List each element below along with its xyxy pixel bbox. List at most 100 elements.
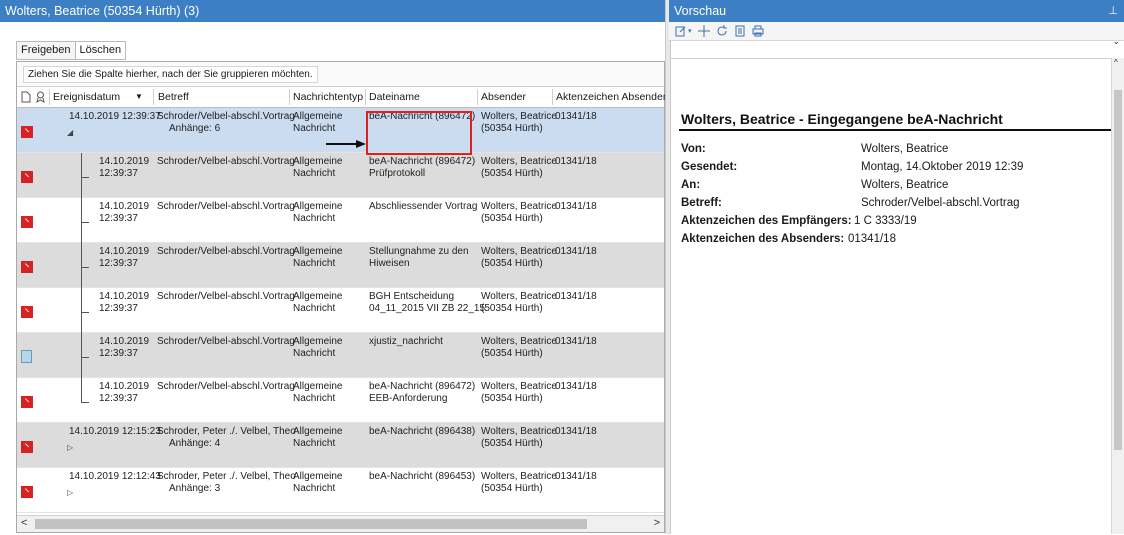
table-row[interactable]: ⸌ 14.10.2019 12:39:37 Schroder/Velbel-absch… (17, 198, 664, 243)
tree-line (81, 378, 82, 402)
horizontal-scrollbar[interactable]: < > (17, 515, 664, 532)
scroll-left-icon[interactable]: < (21, 517, 27, 529)
table-row[interactable]: ⸌ ▷ 14.10.2019 12:15:23 Schroder, Peter ./.… (17, 423, 664, 468)
scroll-right-icon[interactable]: > (654, 517, 660, 529)
print-icon[interactable] (752, 25, 764, 37)
preview-vertical-scrollbar[interactable]: ^ (1111, 58, 1124, 534)
document-column-icon[interactable] (21, 91, 31, 103)
absender-cell: Wolters, Beatrice (50354 Hürth) (481, 336, 557, 360)
tree-line (81, 243, 82, 288)
pdf-icon: ⸌ (21, 216, 33, 228)
refresh-icon[interactable] (716, 25, 728, 37)
betreff-cell-line: Schroder/Velbel-abschl.Vortrag (157, 291, 295, 302)
absender-cell-line: (50354 Hürth) (481, 438, 543, 449)
betreff-cell-line: Schroder, Peter ./. Velbel, Theo (157, 426, 296, 437)
heading-rule (679, 129, 1119, 131)
dropdown-icon[interactable]: ▾ (688, 27, 692, 35)
scroll-up-icon[interactable]: ^ (1114, 58, 1118, 67)
expand-row-icon[interactable]: ▷ (67, 488, 73, 497)
column-betreff[interactable]: Betreff (158, 91, 189, 103)
loeschen-button[interactable]: Löschen (74, 42, 126, 59)
table-row[interactable]: 14.10.2019 12:39:37 Schroder/Velbel-abschl… (17, 333, 664, 378)
dateiname-cell: Abschliessender Vortrag (369, 201, 477, 213)
table-row[interactable]: ⸌ ▷ 14.10.2019 12:12:43 Schroder, Peter ./.… (17, 468, 664, 513)
sort-descending-icon[interactable]: ▼ (135, 92, 143, 101)
pdf-icon: ⸌ (21, 486, 33, 498)
collapse-icon[interactable]: ⌄ (1112, 36, 1120, 47)
nachrichtentyp-cell-line: Allgemeine (293, 381, 343, 392)
aktenzeichen-cell-line: 01341/18 (555, 381, 597, 392)
aktenzeichen-cell-line: 01341/18 (555, 336, 597, 347)
table-row[interactable]: ⸌ 14.10.2019 12:39:37 Schroder/Velbel-absch… (17, 243, 664, 288)
annotation-arrow-icon (326, 140, 366, 148)
signature-column-icon[interactable] (35, 91, 46, 103)
tree-branch (81, 177, 89, 178)
ereignisdatum-cell-line: 14.10.2019 (99, 246, 150, 257)
ereignisdatum-cell: 14.10.2019 12:12:43 (69, 471, 161, 483)
betreff-cell: Schroder/Velbel-abschl.Vortrag (157, 381, 295, 393)
pdf-icon: ⸌ (21, 261, 33, 273)
table-row[interactable]: ⸌ 14.10.2019 12:39:37 Schroder/Velbel-absch… (17, 378, 664, 423)
absender-cell-line: Wolters, Beatrice (481, 201, 557, 212)
column-dateiname[interactable]: Dateiname (369, 91, 420, 103)
ereignisdatum-cell-line: 14.10.2019 12:15:23 (69, 426, 161, 437)
aktenzeichen-cell-line: 01341/18 (555, 111, 597, 122)
absender-cell-line: (50354 Hürth) (481, 348, 543, 359)
document-icon[interactable] (734, 25, 746, 37)
ereignisdatum-cell-line: 12:39:37 (99, 393, 138, 404)
ereignisdatum-cell-line: 12:39:37 (99, 213, 138, 224)
expand-row-icon[interactable]: ▷ (67, 443, 73, 452)
freigeben-button[interactable]: Freigeben (17, 42, 75, 59)
absender-cell-line: Wolters, Beatrice (481, 471, 557, 482)
nachrichtentyp-cell: Allgemeine Nachricht (293, 381, 342, 405)
aktenzeichen-cell: 01341/18 (555, 381, 597, 393)
nachrichtentyp-cell-line: Allgemeine (293, 336, 343, 347)
column-nachrichtentyp[interactable]: Nachrichtentyp (293, 91, 363, 103)
preview-field-label: Betreff: (681, 197, 722, 209)
betreff-cell-line: Schroder, Peter ./. Velbel, Theo (157, 471, 296, 482)
tree-line (81, 288, 82, 333)
preview-field: Von: Wolters, Beatrice (681, 143, 948, 155)
preview-pane: Vorschau ⊥ ▾ ⌄ Wolters, Beatrice - Einge… (669, 0, 1124, 535)
preview-field-label: An: (681, 179, 701, 191)
absender-cell-line: Wolters, Beatrice (481, 426, 557, 437)
dateiname-cell: beA-Nachricht (896438) (369, 426, 475, 438)
absender-cell-line: (50354 Hürth) (481, 483, 543, 494)
scrollbar-thumb[interactable] (35, 519, 587, 529)
aktenzeichen-cell: 01341/18 (555, 336, 597, 348)
pdf-icon: ⸌ (21, 306, 33, 318)
dateiname-cell-line: Prüfprotokoll (369, 168, 426, 179)
pin-icon[interactable]: ⊥ (1108, 0, 1118, 22)
nachrichtentyp-cell-line: Allgemeine (293, 471, 343, 482)
tree-line (81, 333, 82, 378)
column-ereignisdatum[interactable]: Ereignisdatum (53, 91, 120, 103)
move-icon[interactable] (697, 25, 710, 37)
aktenzeichen-cell-line: 01341/18 (555, 156, 597, 167)
column-header-row: Ereignisdatum ▼ Betreff Nachrichtentyp D… (17, 87, 666, 108)
edit-icon[interactable] (675, 25, 687, 37)
ereignisdatum-cell-line: 12:39:37 (99, 303, 138, 314)
preview-scrollbar-thumb[interactable] (1114, 90, 1122, 450)
aktenzeichen-cell: 01341/18 (555, 471, 597, 483)
absender-cell-line: Wolters, Beatrice (481, 246, 557, 257)
group-by-area[interactable]: Ziehen Sie die Spalte hierher, nach der … (17, 62, 664, 87)
ereignisdatum-cell: 14.10.2019 12:39:37 (69, 111, 161, 123)
nachrichtentyp-cell-line: Nachricht (293, 213, 336, 224)
nachrichtentyp-cell: Allgemeine Nachricht (293, 471, 342, 495)
aktenzeichen-cell: 01341/18 (555, 246, 597, 258)
absender-cell-line: (50354 Hürth) (481, 213, 543, 224)
collapse-row-icon[interactable]: ◢ (67, 128, 73, 137)
tree-line (81, 153, 82, 198)
table-row[interactable]: ⸌ 14.10.2019 12:39:37 Schroder/Velbel-absch… (17, 288, 664, 333)
table-row[interactable]: ⸌ 14.10.2019 12:39:37 Schroder/Velbel-absch… (17, 153, 664, 198)
list-title-bar: Wolters, Beatrice (50354 Hürth) (3) (0, 0, 668, 22)
preview-heading: Wolters, Beatrice - Eingegangene beA-Nac… (681, 111, 1003, 127)
column-aktenzeichen-absender[interactable]: Aktenzeichen Absender (556, 91, 666, 103)
absender-cell: Wolters, Beatrice (50354 Hürth) (481, 111, 557, 135)
dateiname-cell-line: Abschliessender Vortrag (369, 201, 478, 212)
preview-field-label: Aktenzeichen des Empfängers: (681, 215, 852, 227)
preview-field-value: Montag, 14.Oktober 2019 12:39 (861, 161, 1024, 173)
absender-cell-line: Wolters, Beatrice (481, 381, 557, 392)
ereignisdatum-cell-line: 14.10.2019 12:12:43 (69, 471, 161, 482)
column-absender[interactable]: Absender (481, 91, 526, 103)
